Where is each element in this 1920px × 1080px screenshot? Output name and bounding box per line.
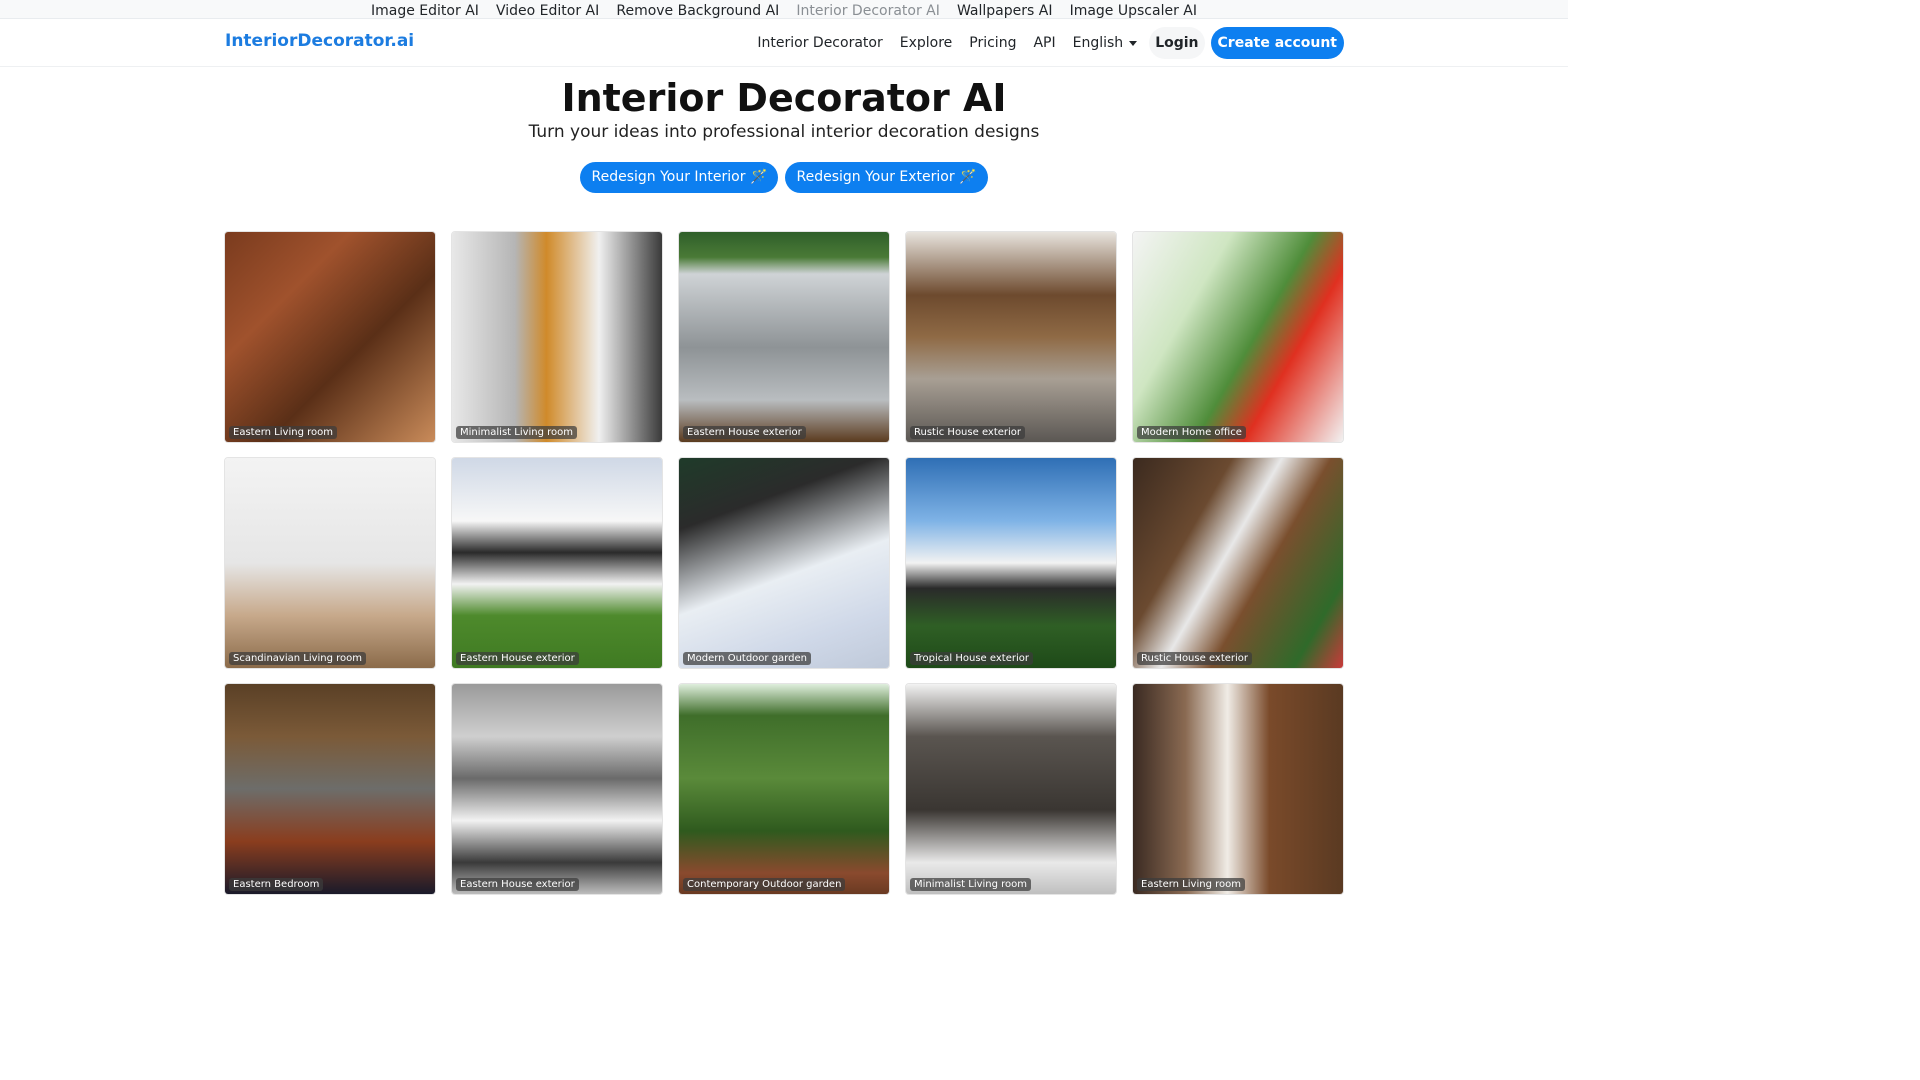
chevron-down-icon <box>1129 40 1138 46</box>
gallery-caption: Eastern House exterior <box>683 426 806 439</box>
top-link-image-editor[interactable]: Image Editor AI <box>371 2 479 20</box>
gallery-item[interactable]: Tropical House exterior <box>905 457 1117 669</box>
gallery-image <box>452 458 662 668</box>
top-link-interior-decorator[interactable]: Interior Decorator AI <box>796 2 939 20</box>
gallery-image <box>452 232 662 442</box>
gallery-caption: Rustic House exterior <box>910 426 1026 439</box>
gallery-caption: Rustic House exterior <box>1137 652 1253 665</box>
hero-actions: Redesign Your Interior 🪄 Redesign Your E… <box>0 162 1568 193</box>
redesign-interior-button[interactable]: Redesign Your Interior 🪄 <box>580 162 779 193</box>
gallery-image <box>906 232 1116 442</box>
gallery-item[interactable]: Modern Outdoor garden <box>678 457 890 669</box>
gallery-image <box>906 458 1116 668</box>
gallery-item[interactable]: Rustic House exterior <box>1132 457 1344 669</box>
gallery-item[interactable]: Eastern Living room <box>1132 683 1344 895</box>
gallery-caption: Tropical House exterior <box>910 652 1033 665</box>
gallery-image <box>679 684 889 894</box>
gallery-item[interactable]: Eastern House exterior <box>451 683 663 895</box>
top-link-wallpapers[interactable]: Wallpapers AI <box>957 2 1052 20</box>
gallery-caption: Eastern Living room <box>229 426 337 439</box>
gallery-caption: Eastern Bedroom <box>229 878 324 891</box>
language-label: English <box>1072 35 1124 51</box>
gallery-item[interactable]: Eastern Living room <box>224 231 436 443</box>
top-link-video-editor[interactable]: Video Editor AI <box>496 2 599 20</box>
gallery-caption: Contemporary Outdoor garden <box>683 878 846 891</box>
gallery-image <box>1133 684 1343 894</box>
gallery-item[interactable]: Rustic House exterior <box>905 231 1117 443</box>
top-products-bar: Image Editor AI Video Editor AI Remove B… <box>0 0 1568 19</box>
top-link-image-upscaler[interactable]: Image Upscaler AI <box>1070 2 1197 20</box>
create-account-button[interactable]: Create account <box>1210 27 1344 59</box>
top-link-remove-background[interactable]: Remove Background AI <box>616 2 779 20</box>
gallery-image <box>225 458 435 668</box>
gallery-image <box>452 684 662 894</box>
login-button[interactable]: Login <box>1149 27 1205 59</box>
nav-link-api[interactable]: API <box>1033 35 1055 51</box>
language-dropdown[interactable]: English <box>1073 35 1138 51</box>
design-gallery: Eastern Living room Minimalist Living roo… <box>224 231 1344 895</box>
gallery-caption: Eastern Living room <box>1137 878 1245 891</box>
gallery-caption: Minimalist Living room <box>456 426 578 439</box>
main-navbar: InteriorDecorator.ai Interior Decorator … <box>0 19 1568 67</box>
gallery-item[interactable]: Eastern House exterior <box>451 457 663 669</box>
gallery-caption: Minimalist Living room <box>910 878 1032 891</box>
nav-links: Interior Decorator Explore Pricing API E… <box>740 26 1344 60</box>
brand-logo[interactable]: InteriorDecorator.ai <box>225 31 414 51</box>
gallery-image <box>679 232 889 442</box>
gallery-item[interactable]: Minimalist Living room <box>905 683 1117 895</box>
nav-link-explore[interactable]: Explore <box>900 35 953 51</box>
gallery-image <box>1133 232 1343 442</box>
gallery-image <box>679 458 889 668</box>
nav-link-pricing[interactable]: Pricing <box>969 35 1016 51</box>
gallery-item[interactable]: Scandinavian Living room <box>224 457 436 669</box>
gallery-item[interactable]: Eastern House exterior <box>678 231 890 443</box>
gallery-caption: Eastern House exterior <box>456 652 579 665</box>
gallery-image <box>225 684 435 894</box>
gallery-caption: Scandinavian Living room <box>229 652 367 665</box>
gallery-caption: Modern Home office <box>1137 426 1246 439</box>
gallery-item[interactable]: Contemporary Outdoor garden <box>678 683 890 895</box>
gallery-item[interactable]: Eastern Bedroom <box>224 683 436 895</box>
gallery-image <box>906 684 1116 894</box>
redesign-exterior-button[interactable]: Redesign Your Exterior 🪄 <box>785 162 988 193</box>
page-title: Interior Decorator AI <box>561 76 1007 120</box>
gallery-image <box>1133 458 1343 668</box>
gallery-caption: Eastern House exterior <box>456 878 579 891</box>
gallery-image <box>225 232 435 442</box>
page-subtitle: Turn your ideas into professional interi… <box>528 122 1040 142</box>
gallery-item[interactable]: Minimalist Living room <box>451 231 663 443</box>
gallery-caption: Modern Outdoor garden <box>683 652 811 665</box>
gallery-item[interactable]: Modern Home office <box>1132 231 1344 443</box>
nav-link-interior-decorator[interactable]: Interior Decorator <box>757 35 882 51</box>
